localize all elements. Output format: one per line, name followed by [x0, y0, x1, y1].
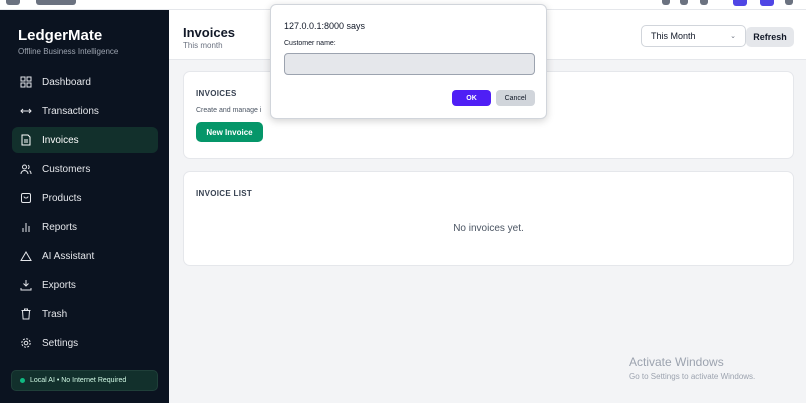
sidebar-item-label: Products	[42, 192, 82, 204]
cloud-icon	[20, 250, 32, 262]
sidebar-item-ai-assistant[interactable]: AI Assistant	[12, 243, 158, 269]
sidebar-item-label: Exports	[42, 279, 76, 291]
gear-icon	[20, 337, 32, 349]
dialog-prompt-label: Customer name:	[284, 40, 336, 47]
sidebar: LedgerMate Offline Business Intelligence…	[0, 10, 169, 403]
local-ai-status-badge: Local AI • No Internet Required	[11, 370, 158, 391]
invoice-list-empty-text: No invoices yet.	[453, 223, 524, 234]
sidebar-item-trash[interactable]: Trash	[12, 301, 158, 327]
box-icon	[20, 192, 32, 204]
sidebar-nav: Dashboard Transactions Invoices Customer…	[12, 69, 158, 359]
brand-subtitle: Offline Business Intelligence	[18, 47, 119, 56]
sidebar-item-reports[interactable]: Reports	[12, 214, 158, 240]
sidebar-item-settings[interactable]: Settings	[12, 330, 158, 356]
sidebar-item-products[interactable]: Products	[12, 185, 158, 211]
sidebar-item-label: Trash	[42, 308, 68, 320]
brand: LedgerMate Offline Business Intelligence	[18, 27, 118, 56]
dialog-origin: 127.0.0.1:8000 says	[284, 21, 366, 31]
status-dot-icon	[20, 378, 25, 383]
invoice-list-title: INVOICE LIST	[196, 189, 253, 198]
page-title: Invoices	[183, 25, 236, 40]
sidebar-item-label: Dashboard	[42, 76, 91, 88]
brand-title: LedgerMate	[18, 27, 103, 44]
chevron-down-icon: ⌄	[730, 33, 736, 40]
sidebar-item-label: Reports	[42, 221, 78, 233]
sidebar-item-label: Settings	[42, 337, 79, 349]
sidebar-item-exports[interactable]: Exports	[12, 272, 158, 298]
period-select[interactable]: This Month ⌄	[641, 25, 746, 47]
refresh-button[interactable]: Refresh	[746, 27, 794, 47]
trash-icon	[20, 308, 32, 320]
invoices-card-title: INVOICES	[196, 89, 237, 98]
sidebar-item-label: AI Assistant	[42, 250, 95, 262]
watermark-subtitle: Go to Settings to activate Windows.	[629, 372, 756, 381]
sidebar-item-label: Invoices	[42, 134, 79, 146]
download-icon	[20, 279, 32, 291]
invoices-card-description: Create and manage i	[196, 107, 262, 114]
ok-button[interactable]: OK	[452, 90, 491, 106]
sidebar-item-transactions[interactable]: Transactions	[12, 98, 158, 124]
prompt-dialog: 127.0.0.1:8000 says Customer name: OK Ca…	[270, 4, 547, 119]
new-invoice-button[interactable]: New Invoice	[196, 122, 263, 142]
customer-name-input[interactable]	[284, 53, 535, 75]
invoice-list-card: INVOICE LIST No invoices yet.	[183, 171, 794, 266]
grid-icon	[20, 76, 32, 88]
sidebar-item-customers[interactable]: Customers	[12, 156, 158, 182]
sidebar-item-invoices[interactable]: Invoices	[12, 127, 158, 153]
arrows-horizontal-icon	[20, 105, 32, 117]
bar-chart-icon	[20, 221, 32, 233]
page-subtitle: This month	[183, 41, 223, 50]
period-select-value: This Month	[651, 31, 696, 41]
local-ai-status-text: Local AI • No Internet Required	[30, 377, 127, 384]
sidebar-item-label: Transactions	[42, 105, 99, 117]
users-icon	[20, 163, 32, 175]
sidebar-item-label: Customers	[42, 163, 91, 175]
cancel-button[interactable]: Cancel	[496, 90, 535, 106]
sidebar-item-dashboard[interactable]: Dashboard	[12, 69, 158, 95]
document-icon	[20, 134, 32, 146]
watermark-title: Activate Windows	[629, 355, 724, 369]
activate-windows-watermark: Activate Windows Go to Settings to activ…	[629, 355, 755, 381]
